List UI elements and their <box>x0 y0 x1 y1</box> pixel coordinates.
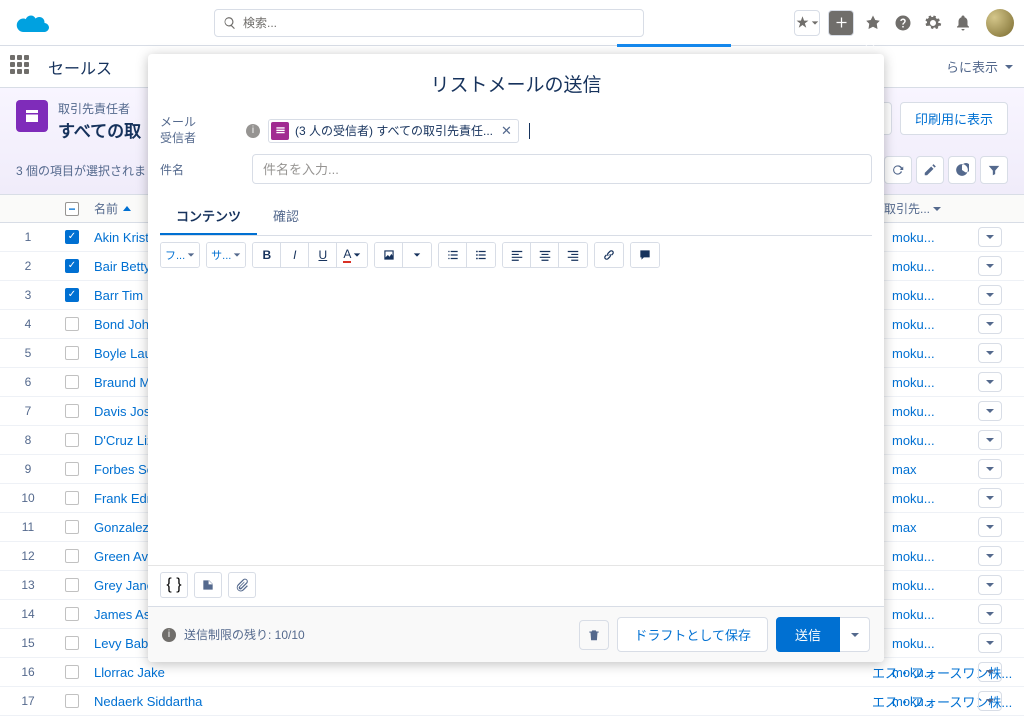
template-button[interactable] <box>194 572 222 598</box>
recipients-label: メール受信者 <box>160 115 252 146</box>
delete-draft-button[interactable] <box>579 620 609 650</box>
attachment-button[interactable] <box>228 572 256 598</box>
modal-overlay: ✕ リストメールの送信 メール受信者 i (3 人の受信者) すべての取引先責任… <box>0 0 1024 711</box>
remove-pill-icon[interactable]: ✕ <box>501 123 512 139</box>
bullet-list-button[interactable] <box>467 243 495 267</box>
italic-button[interactable]: I <box>281 243 309 267</box>
send-button-group: 送信 <box>776 617 870 652</box>
save-draft-button[interactable]: ドラフトとして保存 <box>617 617 768 652</box>
font-family-select[interactable]: フ... <box>161 243 199 267</box>
align-center-button[interactable] <box>531 243 559 267</box>
link-button[interactable] <box>595 243 623 267</box>
subject-input[interactable] <box>252 154 872 184</box>
info-icon[interactable]: i <box>246 124 260 138</box>
bold-button[interactable]: B <box>253 243 281 267</box>
subject-label: 件名 <box>160 161 252 178</box>
editor-toolbar: フ... サ... B I U A <box>148 236 884 274</box>
modal-title: リストメールの送信 <box>148 54 884 115</box>
font-size-select[interactable]: サ... <box>207 243 245 267</box>
email-body-editor[interactable] <box>160 274 872 565</box>
align-left-button[interactable] <box>503 243 531 267</box>
tab-confirm[interactable]: 確認 <box>257 198 315 235</box>
send-options-button[interactable] <box>840 617 870 652</box>
quick-text-button[interactable] <box>631 243 659 267</box>
image-options-button[interactable] <box>403 243 431 267</box>
limit-info-icon: i <box>162 628 176 642</box>
merge-field-button[interactable]: { } <box>160 572 188 598</box>
subject-row: 件名 <box>148 154 884 184</box>
tab-content[interactable]: コンテンツ <box>160 198 257 235</box>
send-button[interactable]: 送信 <box>776 617 840 652</box>
pill-text: (3 人の受信者) すべての取引先責任... <box>295 122 493 139</box>
listview-pill-icon <box>271 122 289 140</box>
text-cursor <box>529 123 530 139</box>
send-list-email-modal: ✕ リストメールの送信 メール受信者 i (3 人の受信者) すべての取引先責任… <box>148 54 884 662</box>
modal-tabs: コンテンツ 確認 <box>160 198 872 236</box>
close-modal-button[interactable]: ✕ <box>860 32 880 52</box>
send-limit-text: 送信制限の残り: 10/10 <box>184 626 579 643</box>
align-right-button[interactable] <box>559 243 587 267</box>
modal-footer: i 送信制限の残り: 10/10 ドラフトとして保存 送信 <box>148 606 884 662</box>
font-color-button[interactable]: A <box>337 243 367 267</box>
recipients-row: メール受信者 i (3 人の受信者) すべての取引先責任... ✕ <box>148 115 884 146</box>
editor-footer-tools: { } <box>148 565 884 606</box>
recipient-pill[interactable]: (3 人の受信者) すべての取引先責任... ✕ <box>268 119 519 143</box>
underline-button[interactable]: U <box>309 243 337 267</box>
numbered-list-button[interactable] <box>439 243 467 267</box>
image-button[interactable] <box>375 243 403 267</box>
